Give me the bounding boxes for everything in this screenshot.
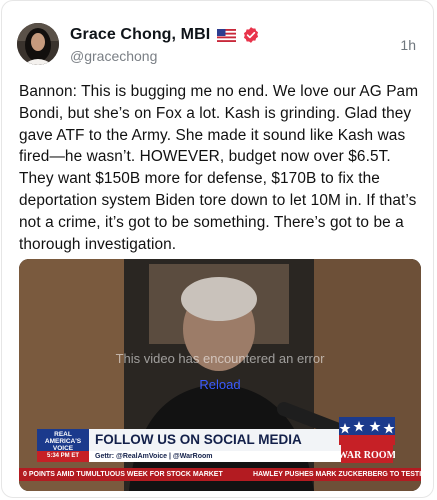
chyron-time: 5:34 PM ET — [37, 451, 89, 462]
video-error-message: This video has encountered an error — [115, 351, 325, 366]
ticker-item-left: 0 POINTS AMID TUMULTUOUS WEEK FOR STOCK … — [23, 471, 223, 478]
post-text: Bannon: This is bugging me no end. We lo… — [19, 83, 419, 253]
tv-chyron: REAL AMERICA'S VOICE FOLLOW US ON SOCIAL… — [37, 429, 357, 473]
author-handle[interactable]: @gracechong — [70, 48, 157, 64]
warroom-logo-text: WAR ROOM — [339, 450, 395, 461]
network-logo: REAL AMERICA'S VOICE — [37, 429, 89, 452]
ticker-item-right: HAWLEY PUSHES MARK ZUCKERBERG TO TESTI — [253, 471, 421, 478]
chyron-headline: FOLLOW US ON SOCIAL MEDIA — [89, 429, 357, 451]
verified-badge-icon — [244, 27, 259, 43]
avatar[interactable] — [17, 23, 59, 65]
us-flag-icon — [217, 28, 237, 42]
post-card[interactable]: Grace Chong, MBI @gracechong 1h Bannon: … — [1, 0, 434, 498]
author-row: Grace Chong, MBI — [70, 26, 260, 44]
chyron-social-handles: Gettr: @RealAmVoice | @WarRoom — [89, 451, 357, 462]
warroom-logo: WAR ROOM — [339, 417, 395, 463]
author-name[interactable]: Grace Chong, MBI — [70, 26, 210, 44]
reload-button[interactable]: Reload — [19, 377, 421, 392]
video-player[interactable]: This video has encountered an error Relo… — [19, 259, 421, 491]
news-ticker: 0 POINTS AMID TUMULTUOUS WEEK FOR STOCK … — [19, 468, 421, 481]
post-timestamp[interactable]: 1h — [400, 37, 416, 53]
avatar-image — [17, 23, 59, 65]
